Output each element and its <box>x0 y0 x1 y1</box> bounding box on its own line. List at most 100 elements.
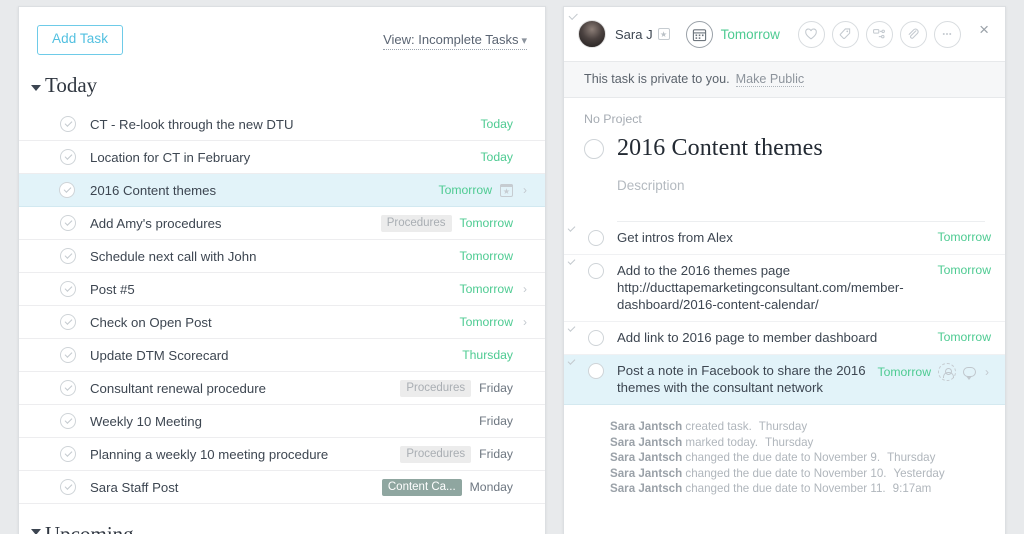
subtask-text: Post a note in Facebook to share the 201… <box>617 363 866 395</box>
assign-person-icon[interactable] <box>938 363 956 381</box>
task-row[interactable]: Consultant renewal procedure Procedures Fr… <box>19 372 545 405</box>
subtask-checkbox[interactable] <box>588 263 604 279</box>
task-row[interactable]: Planning a weekly 10 meeting procedure Pr… <box>19 438 545 471</box>
activity-action: changed the due date to November 10. <box>682 466 887 480</box>
subtask-checkbox[interactable] <box>588 330 604 346</box>
task-tag[interactable]: Content Ca... <box>381 478 462 496</box>
task-tag[interactable]: Procedures <box>400 379 472 397</box>
subtask-due-date[interactable]: Tomorrow <box>938 263 992 277</box>
task-checkbox[interactable] <box>60 347 76 363</box>
task-due-date[interactable]: Friday <box>479 447 513 461</box>
task-meta: Tomorrow › <box>439 183 530 197</box>
task-due-date[interactable]: Tomorrow <box>460 282 514 296</box>
task-row[interactable]: Add Amy's procedures Procedures Tomorrow <box>19 207 545 240</box>
attachment-icon[interactable] <box>899 20 927 48</box>
task-due-date[interactable]: Today <box>480 150 513 164</box>
task-checkbox[interactable] <box>60 248 76 264</box>
task-checkbox[interactable] <box>60 215 76 231</box>
activity-timestamp: Thursday <box>765 435 814 449</box>
task-title: Planning a weekly 10 meeting procedure <box>90 446 329 462</box>
activity-timestamp: Thursday <box>887 451 936 464</box>
add-task-button[interactable]: Add Task <box>37 25 124 55</box>
task-meta: Tomorrow › <box>460 315 530 329</box>
subtask-row[interactable]: Get intros from Alex Tomorrow <box>564 222 1005 255</box>
task-checkbox[interactable] <box>60 149 76 165</box>
task-row[interactable]: 2016 Content themes Tomorrow › <box>19 174 545 207</box>
task-meta: Content Ca... Monday <box>381 478 529 496</box>
task-checkbox[interactable] <box>60 281 76 297</box>
privacy-text: This task is private to you. <box>584 72 730 86</box>
task-row[interactable]: Weekly 10 Meeting Friday <box>19 405 545 438</box>
comment-icon[interactable] <box>963 367 976 380</box>
task-row[interactable]: CT - Re-look through the new DTU Today <box>19 108 545 141</box>
task-title: Add Amy's procedures <box>90 215 222 231</box>
close-button[interactable]: × <box>979 21 989 38</box>
calendar-star-icon <box>500 183 513 197</box>
task-due-date[interactable]: Tomorrow <box>460 315 514 329</box>
chevron-right-icon[interactable]: › <box>521 183 529 197</box>
project-label[interactable]: No Project <box>584 112 985 126</box>
chevron-right-icon[interactable]: › <box>521 315 529 329</box>
subtask-due-date[interactable]: Tomorrow <box>938 230 992 244</box>
task-checkbox[interactable] <box>60 314 76 330</box>
subtask-row[interactable]: Post a note in Facebook to share the 201… <box>564 355 1005 405</box>
subtask-checkbox[interactable] <box>588 230 604 246</box>
avatar <box>578 20 606 48</box>
assignee-name-group[interactable]: Sara J <box>615 27 670 42</box>
make-public-link[interactable]: Make Public <box>735 72 805 87</box>
complete-task-checkbox[interactable] <box>584 138 604 159</box>
task-row[interactable]: Schedule next call with John Tomorrow <box>19 240 545 273</box>
task-due-date[interactable]: Tomorrow <box>460 216 514 230</box>
tag-icon[interactable] <box>831 20 859 48</box>
section-header-today[interactable]: Today <box>19 65 545 108</box>
task-checkbox[interactable] <box>60 413 76 429</box>
activity-entry: Sara Jantsch changed the due date to Nov… <box>610 466 985 482</box>
description-field[interactable]: Description <box>617 178 985 222</box>
task-row[interactable]: Update DTM Scorecard Thursday <box>19 339 545 372</box>
task-meta: Friday <box>479 414 529 428</box>
more-options-icon[interactable] <box>933 20 961 48</box>
task-checkbox[interactable] <box>60 116 76 132</box>
task-rows-today: CT - Re-look through the new DTU Today Loc… <box>19 108 545 504</box>
subtask-row[interactable]: Add to the 2016 themes page http://ductt… <box>564 255 1005 322</box>
task-due-date[interactable]: Tomorrow <box>439 183 493 197</box>
task-row[interactable]: Sara Staff Post Content Ca... Monday <box>19 471 545 504</box>
chevron-right-icon[interactable]: › <box>521 282 529 296</box>
chevron-right-icon[interactable]: › <box>983 365 991 379</box>
page-title[interactable]: 2016 Content themes <box>617 135 823 162</box>
subtask-meta: Tomorrow › <box>878 362 992 381</box>
activity-user: Sara Jantsch <box>610 420 683 433</box>
subtask-row[interactable]: Add link to 2016 page to member dashboar… <box>564 322 1005 355</box>
task-due-date[interactable]: Tomorrow <box>460 249 514 263</box>
subtask-due-date[interactable]: Tomorrow <box>878 365 932 379</box>
task-tag[interactable]: Procedures <box>400 445 472 463</box>
task-due-date[interactable]: Thursday <box>462 348 513 362</box>
task-due-date[interactable]: Friday <box>479 381 513 395</box>
task-checkbox[interactable] <box>60 446 76 462</box>
task-row[interactable]: Location for CT in February Today <box>19 141 545 174</box>
due-date-group[interactable]: Tomorrow <box>685 20 780 48</box>
task-title: 2016 Content themes <box>90 182 217 198</box>
task-detail-panel: Sara J Tomorrow <box>563 6 1006 534</box>
section-header-upcoming[interactable]: Upcoming <box>19 504 545 534</box>
subtask-due-date[interactable]: Tomorrow <box>938 330 992 344</box>
task-due-date[interactable]: Friday <box>479 414 513 428</box>
task-due-date[interactable]: Today <box>480 117 513 131</box>
triangle-down-icon <box>31 528 41 534</box>
view-filter-dropdown[interactable]: View: Incomplete Tasks ▾ <box>383 32 527 50</box>
task-checkbox[interactable] <box>60 479 76 495</box>
task-checkbox[interactable] <box>59 182 75 198</box>
subtask-text: Get intros from Alex <box>617 230 733 245</box>
subtask-tree-icon[interactable] <box>865 20 893 48</box>
activity-action: changed the due date to November 11. <box>682 482 886 495</box>
subtask-text: Add to the 2016 themes page http://ductt… <box>617 263 904 312</box>
task-row[interactable]: Post #5 Tomorrow › <box>19 273 545 306</box>
task-due-date[interactable]: Monday <box>470 480 513 494</box>
subtask-checkbox[interactable] <box>588 363 604 379</box>
list-toolbar: Add Task View: Incomplete Tasks ▾ <box>19 7 545 65</box>
task-tag[interactable]: Procedures <box>380 214 452 232</box>
heart-icon[interactable] <box>797 20 825 48</box>
activity-user: Sara Jantsch <box>610 435 683 449</box>
task-checkbox[interactable] <box>60 380 76 396</box>
task-row[interactable]: Check on Open Post Tomorrow › <box>19 306 545 339</box>
